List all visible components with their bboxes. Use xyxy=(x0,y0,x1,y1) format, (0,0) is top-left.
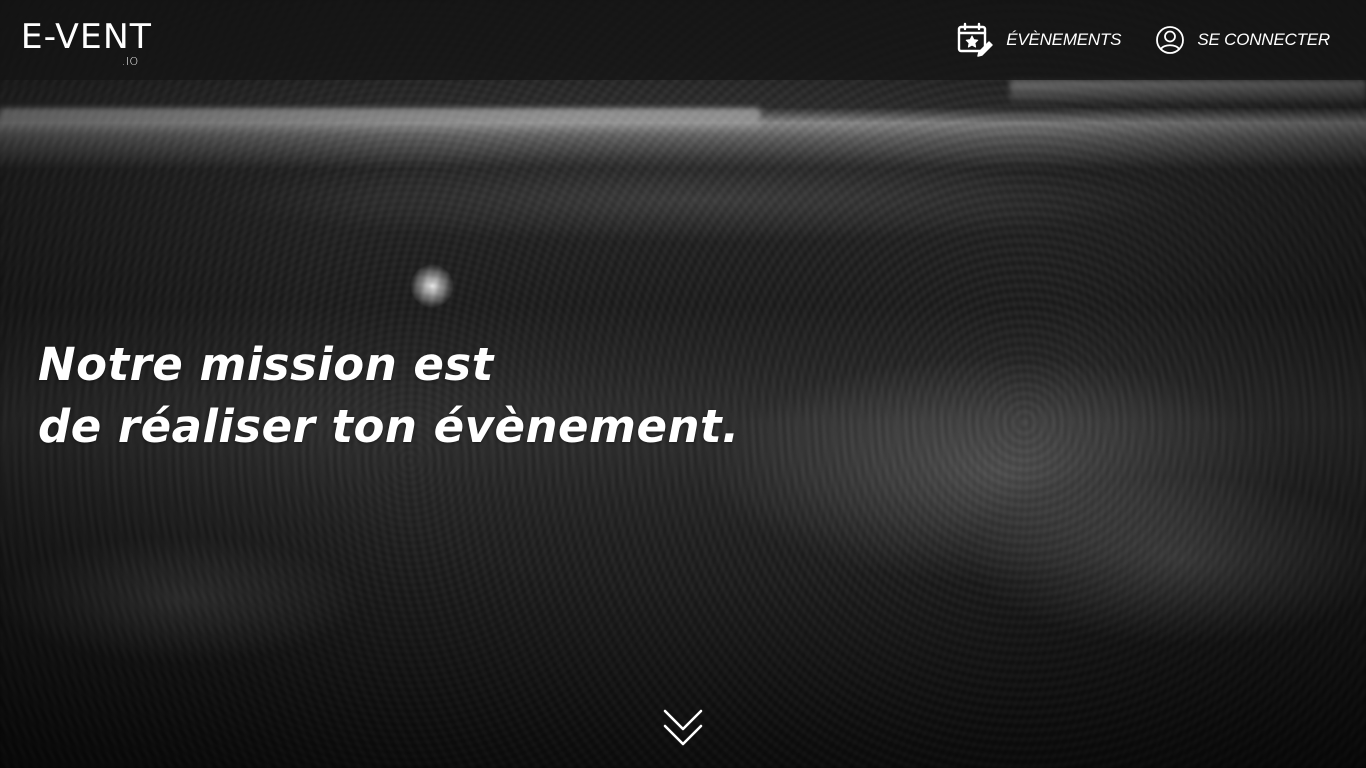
main-nav: ÉVÈNEMENTS SE CONNECTER xyxy=(956,21,1330,59)
hero-background: E-VENT .IO ÉVÈNEMENTS SE CONNECTER Notre… xyxy=(0,0,1366,768)
logo-suffix: .IO xyxy=(121,55,139,68)
logo-text: E-VENT xyxy=(20,17,152,57)
calendar-star-edit-icon xyxy=(956,21,994,59)
nav-login-label: SE CONNECTER xyxy=(1197,30,1330,49)
brand-logo[interactable]: E-VENT .IO xyxy=(20,17,152,67)
scroll-down-button[interactable] xyxy=(662,708,704,750)
top-navbar: E-VENT .IO ÉVÈNEMENTS SE CONNECTER xyxy=(0,0,1366,80)
nav-login-link[interactable]: SE CONNECTER xyxy=(1155,25,1330,55)
nav-events-label: ÉVÈNEMENTS xyxy=(1006,30,1122,49)
hero-headline: Notre mission est de réaliser ton évènem… xyxy=(38,334,740,458)
user-circle-icon xyxy=(1155,25,1185,55)
headline-line-2: de réaliser ton évènement. xyxy=(38,400,740,454)
nav-events-link[interactable]: ÉVÈNEMENTS xyxy=(956,21,1122,59)
double-chevron-down-icon xyxy=(663,709,703,746)
headline-line-1: Notre mission est xyxy=(38,338,494,392)
